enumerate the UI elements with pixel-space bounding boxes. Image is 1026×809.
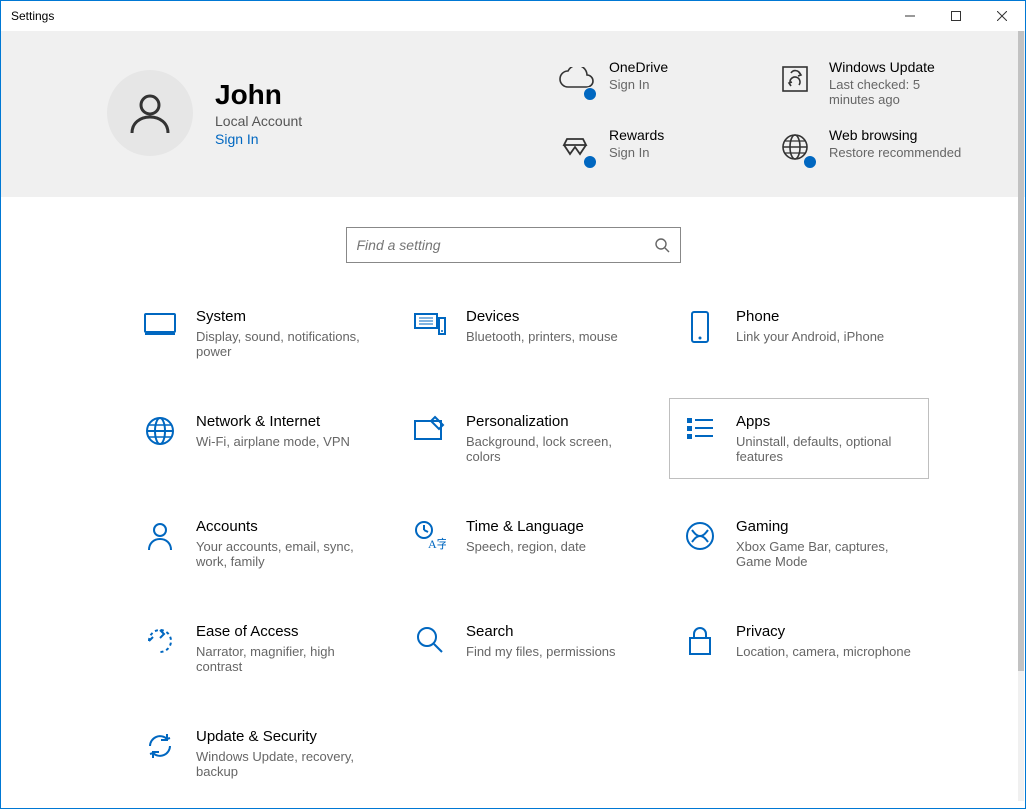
tile-windows-update[interactable]: Windows Update Last checked: 5 minutes a… — [775, 59, 975, 107]
close-button[interactable] — [979, 1, 1025, 31]
category-desc: Find my files, permissions — [466, 644, 616, 659]
cloud-icon — [555, 59, 595, 99]
category-desc: Location, camera, microphone — [736, 644, 911, 659]
tile-title: Rewards — [609, 127, 664, 143]
update-icon — [775, 59, 815, 99]
category-search[interactable]: Search Find my files, permissions — [399, 608, 659, 689]
tile-web-browsing[interactable]: Web browsing Restore recommended — [775, 127, 975, 167]
system-icon — [142, 310, 178, 346]
category-title: Update & Security — [196, 728, 376, 745]
category-title: System — [196, 308, 376, 325]
header-tiles: OneDrive Sign In Windows Update Last che… — [555, 59, 975, 167]
search-icon — [412, 625, 448, 661]
tile-onedrive[interactable]: OneDrive Sign In — [555, 59, 755, 107]
category-desc: Narrator, magnifier, high contrast — [196, 644, 376, 674]
personalization-icon — [412, 415, 448, 451]
search-section — [1, 197, 1025, 293]
category-title: Phone — [736, 308, 884, 325]
category-title: Devices — [466, 308, 618, 325]
account-text: John Local Account Sign In — [215, 79, 302, 147]
person-icon — [126, 89, 174, 137]
category-desc: Xbox Game Bar, captures, Game Mode — [736, 539, 916, 569]
scrollbar[interactable] — [1018, 31, 1024, 801]
category-title: Network & Internet — [196, 413, 350, 430]
lock-icon — [682, 625, 718, 661]
category-personalization[interactable]: Personalization Background, lock screen,… — [399, 398, 659, 479]
tile-sub: Restore recommended — [829, 145, 961, 160]
category-privacy[interactable]: Privacy Location, camera, microphone — [669, 608, 929, 689]
category-title: Privacy — [736, 623, 911, 640]
account-section: John Local Account Sign In — [107, 59, 302, 167]
tile-sub: Sign In — [609, 145, 664, 160]
category-desc: Speech, region, date — [466, 539, 586, 554]
devices-icon — [412, 310, 448, 346]
category-desc: Windows Update, recovery, backup — [196, 749, 376, 779]
category-desc: Uninstall, defaults, optional features — [736, 434, 916, 464]
category-phone[interactable]: Phone Link your Android, iPhone — [669, 293, 929, 374]
search-input[interactable] — [357, 237, 654, 253]
rewards-icon — [555, 127, 595, 167]
category-title: Personalization — [466, 413, 646, 430]
category-desc: Bluetooth, printers, mouse — [466, 329, 618, 344]
category-system[interactable]: System Display, sound, notifications, po… — [129, 293, 389, 374]
maximize-button[interactable] — [933, 1, 979, 31]
category-gaming[interactable]: Gaming Xbox Game Bar, captures, Game Mod… — [669, 503, 929, 584]
apps-icon — [682, 415, 718, 451]
ease-of-access-icon — [142, 625, 178, 661]
category-accounts[interactable]: Accounts Your accounts, email, sync, wor… — [129, 503, 389, 584]
search-box[interactable] — [346, 227, 681, 263]
category-desc: Display, sound, notifications, power — [196, 329, 376, 359]
accounts-icon — [142, 520, 178, 556]
scrollbar-thumb[interactable] — [1018, 31, 1024, 671]
gaming-icon — [682, 520, 718, 556]
tile-sub: Sign In — [609, 77, 668, 92]
avatar[interactable] — [107, 70, 193, 156]
tile-title: OneDrive — [609, 59, 668, 75]
category-title: Search — [466, 623, 616, 640]
category-network[interactable]: Network & Internet Wi-Fi, airplane mode,… — [129, 398, 389, 479]
category-title: Ease of Access — [196, 623, 376, 640]
settings-window: Settings John Local Account — [0, 0, 1026, 809]
category-apps[interactable]: Apps Uninstall, defaults, optional featu… — [669, 398, 929, 479]
category-title: Gaming — [736, 518, 916, 535]
tile-rewards[interactable]: Rewards Sign In — [555, 127, 755, 167]
globe-icon — [142, 415, 178, 451]
phone-icon — [682, 310, 718, 346]
window-title: Settings — [11, 9, 54, 23]
tile-title: Web browsing — [829, 127, 961, 143]
globe-icon — [775, 127, 815, 167]
category-desc: Background, lock screen, colors — [466, 434, 646, 464]
category-update-security[interactable]: Update & Security Windows Update, recove… — [129, 713, 389, 794]
category-desc: Your accounts, email, sync, work, family — [196, 539, 376, 569]
account-name: John — [215, 79, 302, 111]
category-desc: Link your Android, iPhone — [736, 329, 884, 344]
time-language-icon: A字 — [412, 520, 448, 556]
category-title: Apps — [736, 413, 916, 430]
window-controls — [887, 1, 1025, 31]
search-icon — [654, 237, 670, 253]
category-devices[interactable]: Devices Bluetooth, printers, mouse — [399, 293, 659, 374]
settings-categories: System Display, sound, notifications, po… — [1, 293, 1025, 794]
category-title: Accounts — [196, 518, 376, 535]
update-security-icon — [142, 730, 178, 766]
category-time-language[interactable]: A字 Time & Language Speech, region, date — [399, 503, 659, 584]
svg-text:A字: A字 — [428, 536, 446, 551]
titlebar: Settings — [1, 1, 1025, 31]
tile-sub: Last checked: 5 minutes ago — [829, 77, 969, 107]
tile-title: Windows Update — [829, 59, 969, 75]
category-desc: Wi-Fi, airplane mode, VPN — [196, 434, 350, 449]
minimize-button[interactable] — [887, 1, 933, 31]
account-type: Local Account — [215, 113, 302, 129]
category-ease-of-access[interactable]: Ease of Access Narrator, magnifier, high… — [129, 608, 389, 689]
account-signin-link[interactable]: Sign In — [215, 131, 302, 147]
settings-header: John Local Account Sign In OneDrive Sign… — [1, 31, 1025, 197]
category-title: Time & Language — [466, 518, 586, 535]
